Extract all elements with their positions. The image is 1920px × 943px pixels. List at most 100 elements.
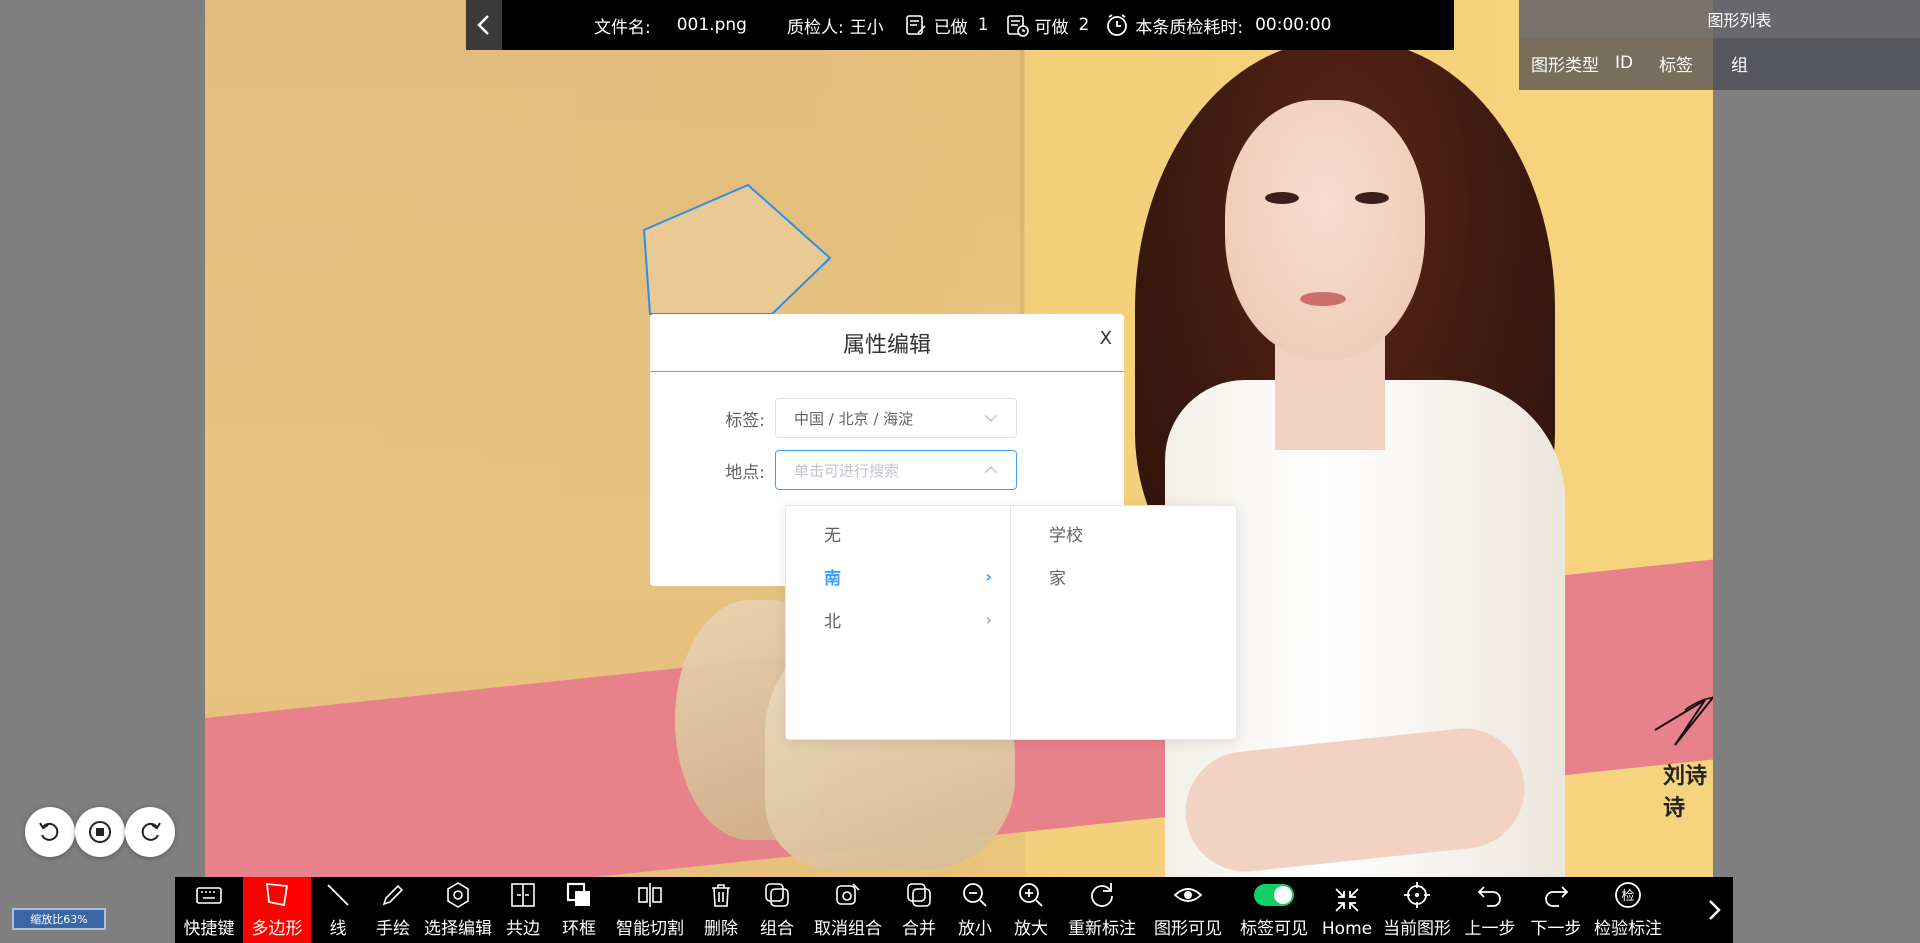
tool-label: 取消组合 [814, 919, 882, 939]
tool-undo[interactable]: 上一步 [1457, 877, 1523, 943]
rotate-left-button[interactable] [25, 807, 75, 857]
tool-relabel[interactable]: 重新标注 [1059, 877, 1145, 943]
tool-redo[interactable]: 下一步 [1523, 877, 1589, 943]
redo-icon [1545, 886, 1569, 907]
tool-label: 上一步 [1464, 919, 1516, 939]
tool-label: 快捷键 [183, 919, 235, 939]
check-badge-icon: 检 [1615, 882, 1641, 908]
tool-label: 重新标注 [1068, 919, 1136, 939]
tool-select-edit[interactable]: 选择编辑 [421, 877, 495, 943]
tool-merge[interactable]: 合并 [891, 877, 947, 943]
rotate-left-icon [39, 822, 59, 841]
dropdown-option-north[interactable]: 北 › [786, 598, 1010, 641]
dropdown-option-south[interactable]: 南 › [786, 555, 1010, 598]
tag-cascader[interactable]: 中国 / 北京 / 海淀 [775, 398, 1017, 438]
tool-ungroup[interactable]: 取消组合 [805, 877, 891, 943]
place-label: 地点: [725, 462, 765, 483]
smart-cut-icon [638, 883, 662, 907]
trash-icon [712, 884, 730, 907]
tag-value: 中国 / 北京 / 海淀 [794, 409, 914, 428]
tool-label: 手绘 [376, 919, 410, 939]
dialog-header: 属性编辑 X [650, 314, 1124, 372]
tool-shape-visible[interactable]: 图形可见 [1145, 877, 1231, 943]
person-eye-left [1265, 192, 1299, 204]
keyboard-icon [196, 887, 222, 904]
tool-label: 选择编辑 [424, 919, 492, 939]
polygon-icon [265, 882, 289, 907]
todo-label: 可做 [1034, 17, 1069, 38]
dropdown-option-school[interactable]: 学校 [1011, 512, 1236, 555]
dropdown-option-home[interactable]: 家 [1011, 555, 1236, 598]
tool-label: 删除 [704, 919, 738, 939]
person-lips [1300, 292, 1346, 306]
ring-box-icon [566, 882, 590, 906]
tool-current-shape[interactable]: 当前图形 [1377, 877, 1457, 943]
undo-icon [1477, 886, 1501, 907]
shared-edge-icon [511, 883, 535, 907]
todo-count: 可做 2 [1005, 13, 1089, 38]
option-label: 北 [824, 612, 841, 632]
tool-label: 共边 [506, 919, 540, 939]
tool-freehand[interactable]: 手绘 [365, 877, 421, 943]
column-header: 组 [1731, 55, 1748, 76]
chevron-left-icon [477, 15, 489, 35]
option-label: 家 [1049, 569, 1066, 589]
tool-polygon[interactable]: 多边形 [243, 877, 311, 943]
document-edit-icon [905, 15, 926, 35]
place-dropdown: 无 南 › 北 › 学校 家 [785, 505, 1237, 740]
done-label: 已做 [933, 17, 968, 38]
tool-label-visible[interactable]: 标签可见 [1231, 877, 1317, 943]
tool-line[interactable]: 线 [311, 877, 365, 943]
tool-group[interactable]: 组合 [749, 877, 805, 943]
pencil-icon [382, 884, 404, 906]
tool-label: 检验标注 [1594, 919, 1662, 939]
rotate-right-button[interactable] [125, 807, 175, 857]
tool-label: 标签可见 [1240, 919, 1308, 939]
tool-label: 当前图形 [1383, 919, 1451, 939]
reset-rotation-button[interactable] [75, 807, 125, 857]
tool-label: 多边形 [251, 919, 303, 939]
place-cascader[interactable]: 单击可进行搜索 [775, 450, 1017, 490]
tool-shared-edge[interactable]: 共边 [495, 877, 551, 943]
dropdown-menu-level2: 学校 家 [1011, 506, 1236, 739]
chevron-down-icon [984, 414, 998, 422]
inspector-value: 王小 [849, 17, 884, 38]
redo-circle-icon [1091, 883, 1113, 907]
option-label: 南 [824, 569, 841, 589]
close-button[interactable]: X [1100, 328, 1112, 349]
person-eye-right [1355, 192, 1389, 204]
document-clock-icon [1006, 15, 1029, 37]
tool-smart-cut[interactable]: 智能切割 [607, 877, 693, 943]
time-value: 00:00:00 [1255, 15, 1332, 35]
toolbar-next-button[interactable] [1695, 877, 1733, 943]
done-count: 已做 1 [904, 13, 989, 38]
ungroup-icon [836, 883, 860, 905]
back-button[interactable] [466, 0, 502, 50]
shape-list-header: 图形类型 ID 标签 组 [1519, 38, 1920, 88]
line-icon [327, 884, 349, 906]
column-header: 图形类型 [1531, 55, 1599, 76]
place-placeholder: 单击可进行搜索 [794, 461, 900, 480]
shape-list-panel: 图形列表 图形类型 ID 标签 组 [1519, 0, 1920, 90]
filename-value: 001.png [676, 15, 747, 35]
tool-ring-box[interactable]: 环框 [551, 877, 607, 943]
toggle-icon[interactable] [1254, 884, 1294, 906]
tool-check-annotation[interactable]: 检 检验标注 [1589, 877, 1667, 943]
eye-icon [1173, 888, 1203, 902]
rotate-right-icon [141, 822, 161, 841]
tool-delete[interactable]: 删除 [693, 877, 749, 943]
dropdown-option-none[interactable]: 无 [786, 512, 1010, 555]
chevron-right-icon [1709, 900, 1721, 920]
tool-zoom-out[interactable]: 放小 [947, 877, 1003, 943]
tool-zoom-in[interactable]: 放大 [1003, 877, 1059, 943]
tool-label: 图形可见 [1154, 919, 1222, 939]
tool-label: Home [1321, 919, 1373, 939]
dialog-title: 属性编辑 [842, 332, 931, 358]
info-bar: 文件名: 001.png 质检人: 王小 已做 1 可做 2 本条质检耗时: 0… [466, 0, 1454, 50]
option-label: 学校 [1049, 526, 1083, 546]
chevron-right-icon: › [985, 567, 992, 586]
tool-shortcuts[interactable]: 快捷键 [175, 877, 243, 943]
zoom-out-icon [963, 883, 987, 907]
group-icon [765, 883, 789, 907]
tool-home[interactable]: Home [1317, 877, 1377, 943]
